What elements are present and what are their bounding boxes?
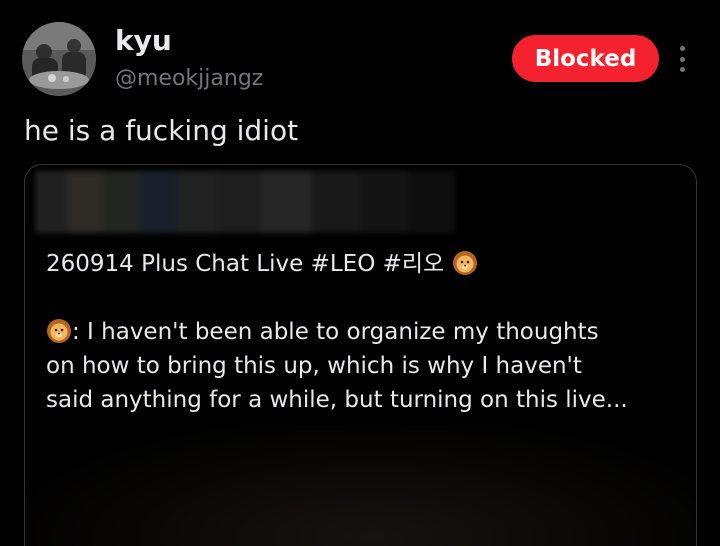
avatar-photo	[22, 22, 96, 96]
display-name[interactable]: kyu	[115, 24, 172, 58]
lion-face-icon	[47, 319, 71, 343]
quote-line-1-text: 260914 Plus Chat Live #LEO #리오	[46, 251, 445, 277]
quote-line-2-text: : I haven't been able to organize my tho…	[72, 319, 599, 345]
more-vertical-icon[interactable]	[672, 46, 692, 72]
quote-line-1: 260914 Plus Chat Live #LEO #리오	[46, 247, 686, 281]
tweet-text: he is a fucking idiot	[24, 114, 299, 147]
more-dot	[679, 67, 685, 72]
quote-line-4: said anything for a while, but turning o…	[46, 387, 628, 413]
more-dot	[679, 46, 685, 51]
more-dot	[679, 56, 685, 62]
quote-blank-line	[46, 281, 686, 315]
quote-line-3: on how to bring this up, which is why I …	[46, 353, 582, 379]
quoted-tweet-media[interactable]	[25, 425, 696, 546]
quoted-tweet-text: 260914 Plus Chat Live #LEO #리오 : I haven…	[46, 247, 686, 417]
quoted-tweet-card[interactable]: 260914 Plus Chat Live #LEO #리오 : I haven…	[24, 164, 697, 546]
tweet-detail: kyu @meokjjangz Blocked he is a fucking …	[0, 0, 720, 546]
avatar[interactable]	[22, 22, 96, 96]
quote-line-2: : I haven't been able to organize my tho…	[46, 315, 686, 349]
blocked-button[interactable]: Blocked	[512, 35, 659, 82]
user-handle[interactable]: @meokjjangz	[115, 64, 263, 94]
censored-header-pixelation	[35, 171, 455, 233]
lion-face-icon	[452, 251, 477, 275]
